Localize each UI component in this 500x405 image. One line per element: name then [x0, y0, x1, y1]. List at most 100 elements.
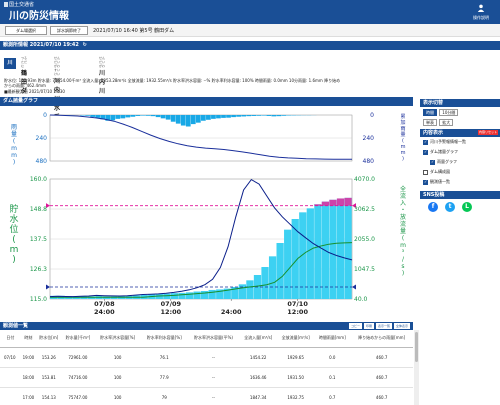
flow-axis-label: 入	[400, 200, 406, 207]
display-list-button[interactable]: 表示一覧	[375, 323, 392, 329]
mlit-logo-icon	[4, 2, 8, 7]
column-header[interactable]: 時刻	[20, 330, 37, 348]
copy-button[interactable]: コピー	[348, 323, 362, 329]
mode-single-option[interactable]: 単表	[423, 119, 437, 126]
content-item[interactable]: 河川予警報情報一覧	[420, 137, 500, 147]
cum-rain-axis-label: )	[402, 156, 404, 162]
person-icon	[477, 4, 485, 12]
table-cell: 0.1	[314, 367, 351, 388]
rain-tick-left: 240	[36, 135, 48, 142]
rain-bar	[256, 115, 262, 116]
rain-bar	[201, 115, 206, 121]
mode-hourly-option[interactable]: 時間	[423, 109, 437, 116]
line-icon[interactable]: L	[462, 202, 472, 212]
mode-10min-option[interactable]: 10分間	[439, 109, 459, 116]
flow-axis-label: 全	[400, 185, 406, 193]
flow-axis-label: ・	[400, 207, 406, 214]
water-level-bar	[246, 280, 254, 299]
column-header[interactable]: 貯水位[m]	[36, 330, 62, 348]
table-row: 07/10 19:00 153.26 72961.00 100 76.1 -- 1454.22…	[0, 347, 413, 368]
checkbox[interactable]	[430, 159, 435, 165]
column-header[interactable]: 貯水量[千m³]	[61, 330, 95, 348]
checkbox[interactable]	[423, 149, 428, 155]
table-cell	[0, 387, 21, 405]
column-header[interactable]: 時間雨量[mm]	[314, 330, 351, 348]
flow-tick: 1047.5	[354, 266, 375, 273]
table-scrollbar[interactable]	[414, 330, 419, 405]
content-item[interactable]: 雨量グラフ	[420, 157, 500, 167]
table-cell: 17:00	[20, 387, 37, 405]
facebook-icon[interactable]: f	[428, 202, 438, 212]
flow-tick: 4070.0	[354, 176, 375, 183]
site-title[interactable]: 川の防災情報	[9, 7, 69, 22]
content-display-header: 内容表示 内容リセット	[420, 129, 500, 137]
sns-header: SNS投稿	[420, 191, 500, 199]
content-item-label: 雨量グラフ	[437, 159, 457, 164]
water-level-bar	[284, 229, 292, 299]
table-cell: 1636.46	[239, 367, 277, 388]
water-level-bar	[178, 292, 186, 299]
show-all-button[interactable]: 全体表示	[393, 323, 410, 329]
level-axis-label: 貯	[9, 204, 18, 215]
content-item[interactable]: ダム諸量グラフ	[420, 147, 500, 157]
print-button[interactable]: 印刷	[363, 323, 374, 329]
checkbox[interactable]	[423, 179, 428, 185]
x-tick-time: 24:00	[94, 308, 115, 316]
column-header[interactable]: 全流入量[m³/s]	[239, 330, 277, 348]
table-cell: 0.7	[314, 387, 351, 405]
flood-zone-bar	[336, 198, 345, 206]
dam-select-button[interactable]: ダム場選択	[5, 26, 47, 35]
content-reset-button[interactable]: 内容リセット	[477, 130, 498, 135]
table-cell: 79	[140, 387, 188, 405]
twitter-icon[interactable]: t	[445, 202, 455, 212]
column-header[interactable]: 全放流量[m³/s]	[276, 330, 315, 348]
column-header[interactable]: 降り始めからの雨量[mm]	[350, 330, 413, 348]
rain-bar	[216, 115, 221, 119]
rain-tick-left: 0	[43, 112, 47, 119]
table-cell: --	[187, 347, 240, 368]
rain-bar	[180, 115, 186, 126]
level-panel	[46, 178, 356, 300]
rain-bar	[165, 115, 171, 120]
rain-bar	[195, 115, 201, 123]
table-title: 観測値一覧	[3, 323, 29, 329]
rain-bar	[190, 115, 196, 125]
display-switch-header: 表示切替	[420, 99, 500, 107]
table-cell: 460.7	[350, 347, 413, 368]
display-size-row: 単表 拡大	[420, 117, 500, 127]
scrollbar-thumb[interactable]	[415, 332, 418, 362]
water-level-bar	[314, 204, 322, 299]
rain-bar	[206, 115, 211, 120]
rain-bar	[246, 115, 252, 117]
column-header[interactable]: 貯水率利水容量[%]	[140, 330, 188, 348]
water-level-bar	[299, 212, 307, 299]
water-level-bar	[238, 284, 246, 299]
table-cell: 1847.34	[239, 387, 277, 405]
table-cell: 1931.50	[276, 367, 315, 388]
water-level-bar	[336, 198, 345, 299]
water-level-bar	[344, 197, 352, 299]
mode-zoom-option[interactable]: 拡大	[439, 119, 454, 126]
latest-observation-label: ■最新観測値 2021/07/10 19:30	[4, 89, 65, 94]
checkbox[interactable]	[423, 169, 428, 175]
level-tick: 160.0	[30, 176, 47, 183]
content-item[interactable]: ダム構成図	[420, 167, 500, 177]
rain-bar	[170, 115, 176, 122]
rain-bar	[160, 115, 166, 119]
flood-control-end-button[interactable]: 詳水調節終了	[50, 26, 88, 35]
column-header[interactable]: 貯水率洪水容量(平%)	[187, 330, 240, 348]
column-header[interactable]: 日付	[0, 330, 21, 348]
checkbox[interactable]	[423, 139, 428, 145]
help-button[interactable]: 操作説明	[468, 4, 494, 21]
table-cell: 74716.00	[61, 367, 95, 388]
refresh-icon[interactable]: ↻	[83, 42, 87, 48]
content-item[interactable]: 観測値一覧	[420, 177, 500, 187]
content-display-title: 内容表示	[423, 130, 444, 136]
flow-axis-label: ³	[402, 249, 405, 256]
table-cell: --	[187, 387, 240, 405]
column-header[interactable]: 貯水率洪水容量[%]	[94, 330, 141, 348]
flood-zone-bar	[344, 197, 352, 206]
table-cell: 0.0	[314, 347, 351, 368]
table-cell: 100	[94, 367, 141, 388]
level-tick: 148.8	[30, 206, 47, 213]
